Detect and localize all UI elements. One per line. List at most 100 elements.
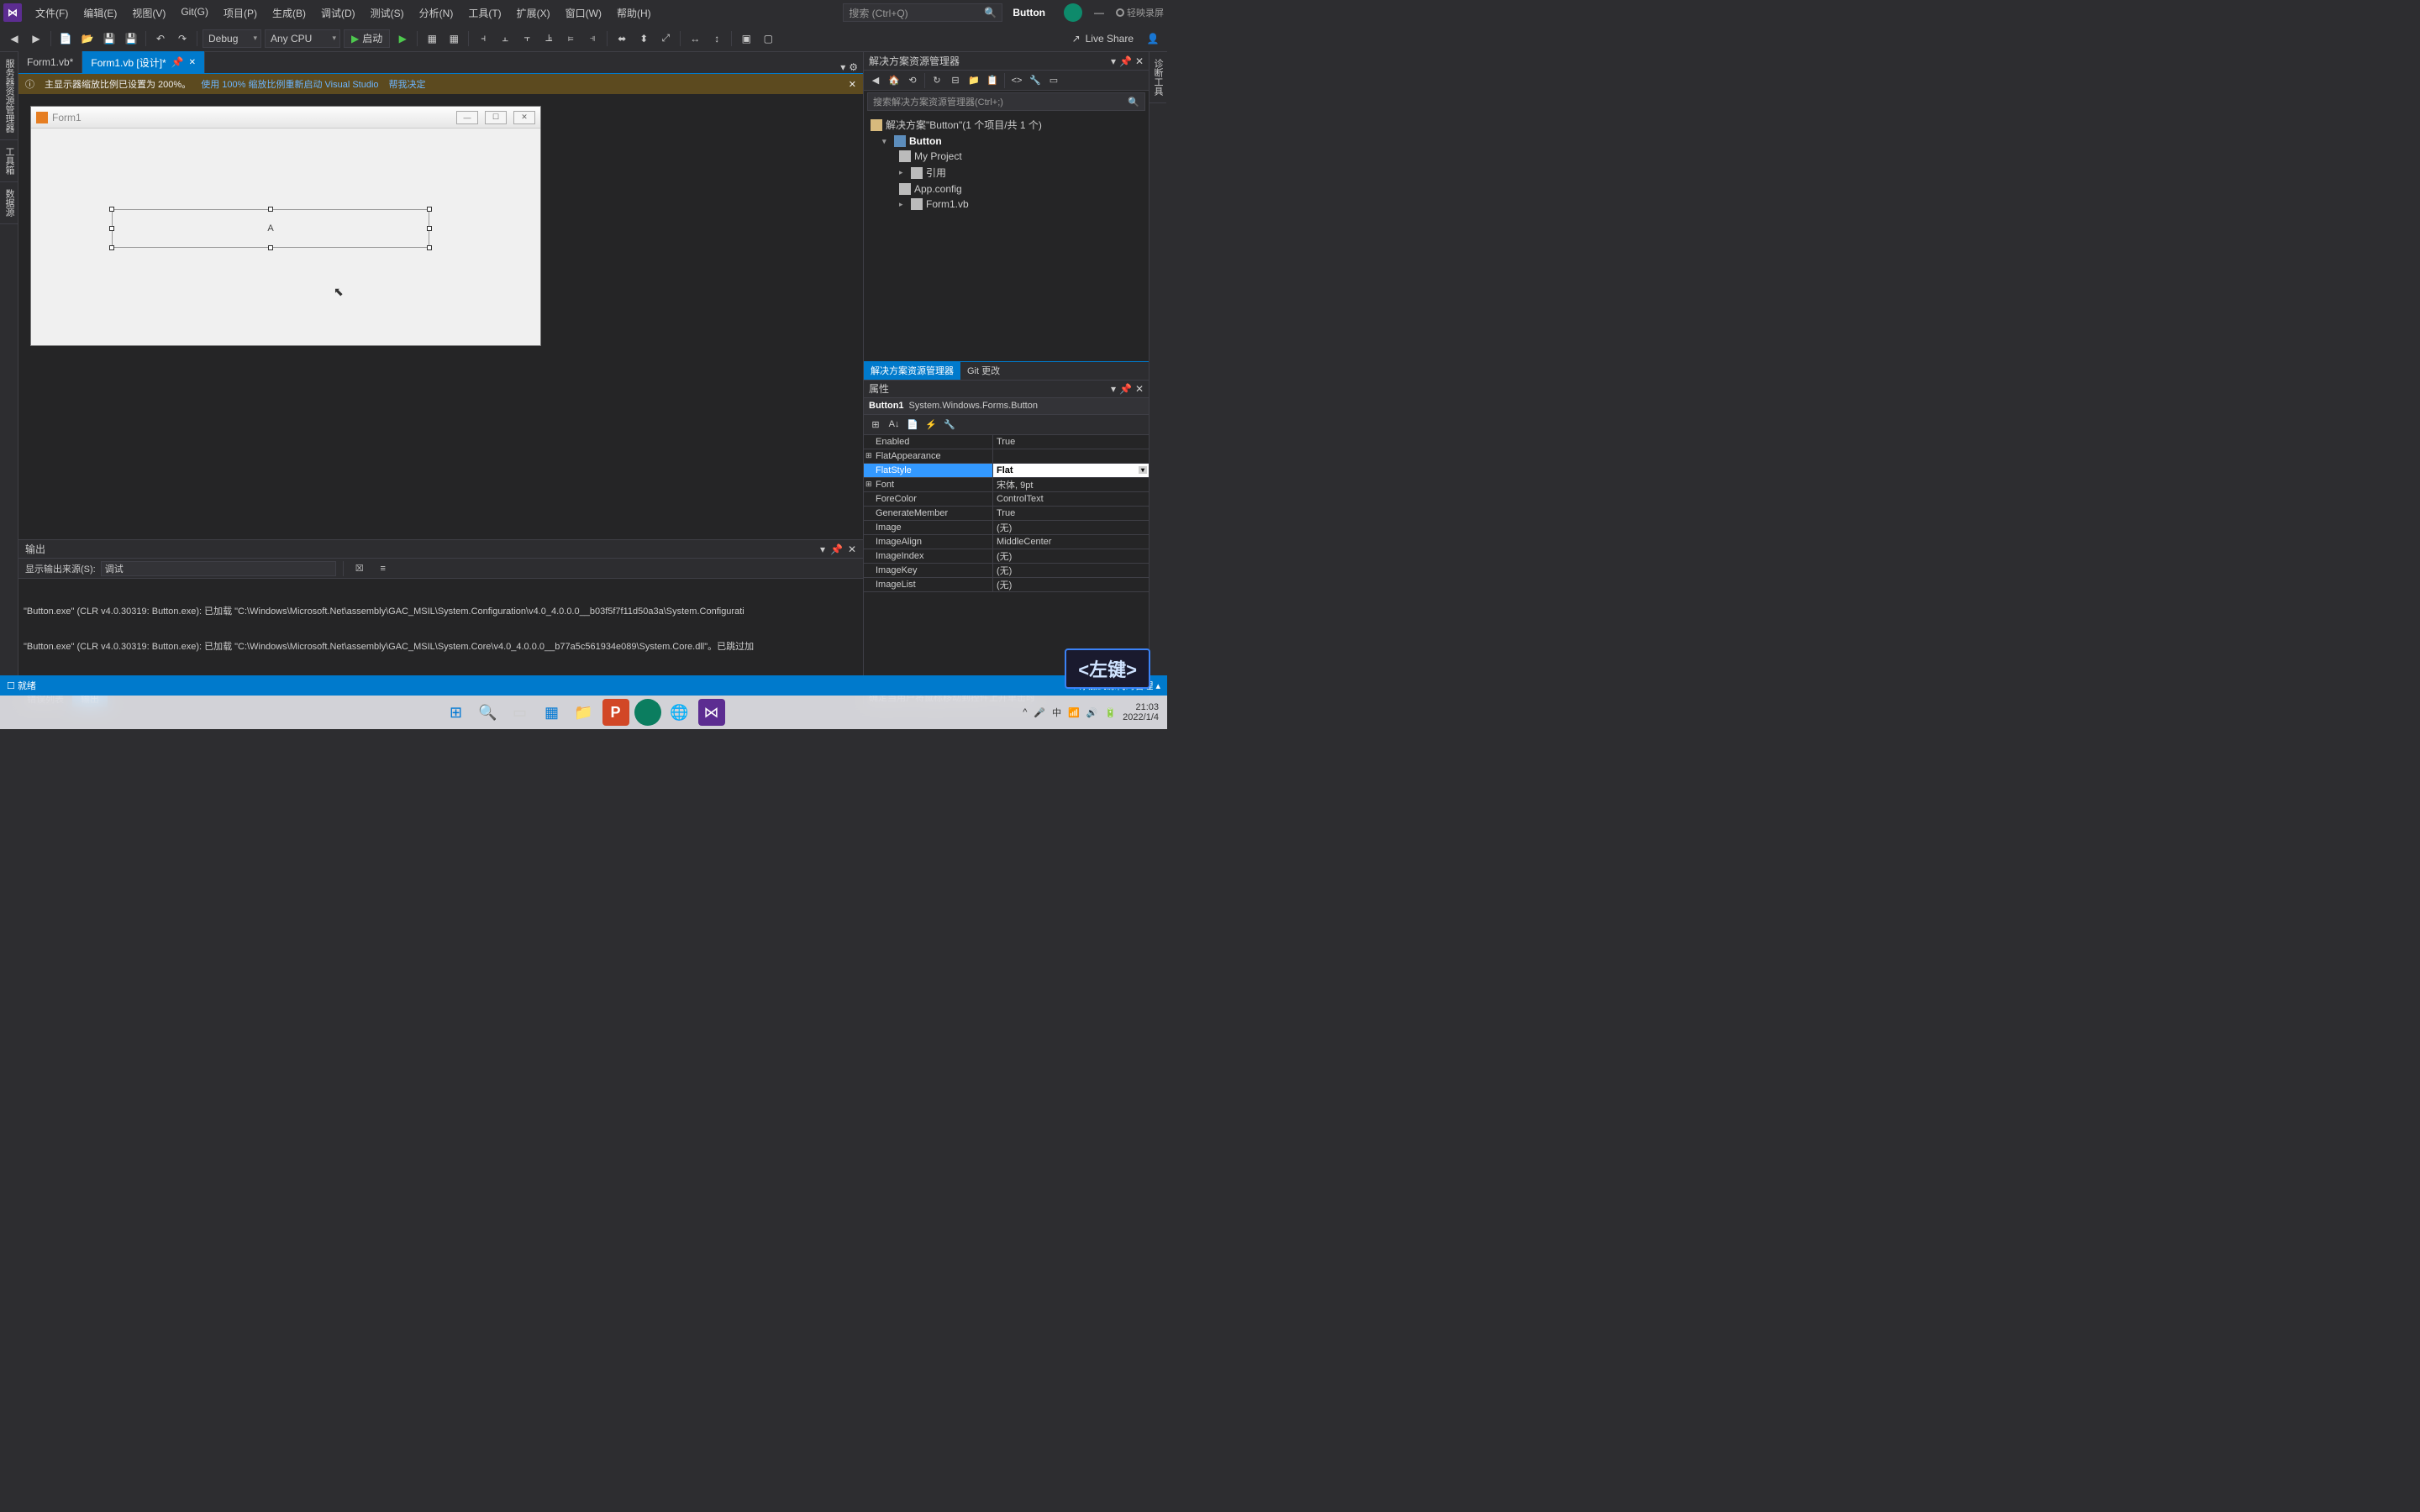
prop-row-font[interactable]: ⊞Font宋体, 9pt (864, 478, 1149, 492)
order2-icon[interactable]: ▢ (759, 29, 777, 48)
tray-mic-icon[interactable]: 🎤 (1034, 707, 1045, 718)
layout-icon[interactable]: ▦ (423, 29, 441, 48)
taskbar-search-icon[interactable]: 🔍 (475, 699, 502, 726)
panel-close-icon[interactable]: ✕ (848, 543, 856, 555)
tray-up-icon[interactable]: ^ (1023, 707, 1027, 717)
menu-extensions[interactable]: 扩展(X) (510, 3, 557, 24)
align-left-icon[interactable]: ⫞ (474, 29, 492, 48)
menu-view[interactable]: 视图(V) (125, 3, 172, 24)
platform-combo[interactable]: Any CPU (265, 29, 340, 48)
prop-az-icon[interactable]: A↓ (886, 416, 902, 433)
taskbar-explorer-icon[interactable]: 📁 (571, 699, 597, 726)
se-home-icon[interactable]: 🏠 (886, 72, 902, 89)
save-all-icon[interactable]: 💾 (122, 29, 140, 48)
tab-gear-icon[interactable]: ⚙ (849, 61, 858, 73)
properties-grid[interactable]: EnabledTrue⊞FlatAppearanceFlatStyleFlat▾… (864, 435, 1149, 677)
prop-cat-icon[interactable]: ⊞ (867, 416, 884, 433)
close-tab-icon[interactable]: ✕ (189, 58, 196, 67)
rail-datasources[interactable]: 数据源 (0, 182, 18, 224)
system-tray[interactable]: ^ 🎤 中 📶 🔊 🔋 21:032022/1/4 (1023, 702, 1159, 722)
tray-wifi-icon[interactable]: 📶 (1068, 707, 1080, 718)
se-pin-icon[interactable]: 📌 (1119, 55, 1132, 67)
se-wrench-icon[interactable]: 🔧 (1027, 72, 1044, 89)
align-middle-icon[interactable]: ⫢ (561, 29, 580, 48)
start-no-debug-icon[interactable]: ▶ (393, 29, 412, 48)
prop-pin-icon[interactable]: 📌 (1119, 383, 1132, 395)
rail-diagnostics[interactable]: 诊断工具 (1150, 52, 1166, 103)
align-right-icon[interactable]: ⫟ (518, 29, 536, 48)
size-icon[interactable]: ⬌ (613, 29, 631, 48)
menu-file[interactable]: 文件(F) (29, 3, 75, 24)
prop-row-enabled[interactable]: EnabledTrue (864, 435, 1149, 449)
se-refresh-icon[interactable]: ↻ (929, 72, 945, 89)
spacing2-icon[interactable]: ↕ (708, 29, 726, 48)
align-bottom-icon[interactable]: ⫣ (583, 29, 602, 48)
config-combo[interactable]: Debug (203, 29, 261, 48)
tree-references[interactable]: ▸引用 (864, 164, 1149, 181)
taskbar-powerpoint-icon[interactable]: P (602, 699, 629, 726)
taskbar-browser1-icon[interactable] (634, 699, 661, 726)
info-restart-link[interactable]: 使用 100% 缩放比例重新启动 Visual Studio (201, 77, 378, 91)
nav-back-icon[interactable]: ◀ (5, 29, 24, 48)
taskbar-widgets-icon[interactable]: ▦ (539, 699, 566, 726)
prop-row-imagealign[interactable]: ImageAlignMiddleCenter (864, 535, 1149, 549)
se-back-icon[interactable]: ◀ (867, 72, 884, 89)
menu-project[interactable]: 项目(P) (217, 3, 264, 24)
se-code-icon[interactable]: <> (1008, 72, 1025, 89)
se-close-icon[interactable]: ✕ (1135, 55, 1144, 67)
output-text[interactable]: "Button.exe" (CLR v4.0.30319: Button.exe… (18, 579, 863, 677)
prop-row-forecolor[interactable]: ForeColorControlText (864, 492, 1149, 507)
form-designer[interactable]: Form1 — ☐ ✕ A (18, 94, 863, 539)
prop-row-flatappearance[interactable]: ⊞FlatAppearance (864, 449, 1149, 464)
info-help-link[interactable]: 帮我决定 (389, 77, 426, 91)
se-search-box[interactable]: 搜索解决方案资源管理器(Ctrl+;) 🔍 (867, 92, 1145, 111)
output-clear-icon[interactable]: ☒ (350, 559, 369, 578)
taskbar-taskview-icon[interactable]: ▭ (507, 699, 534, 726)
layout2-icon[interactable]: ▦ (445, 29, 463, 48)
start-button[interactable]: ⊞ (443, 699, 470, 726)
size3-icon[interactable]: ⤢ (656, 29, 675, 48)
liveshare-button[interactable]: ↗Live Share (1065, 33, 1140, 45)
prop-close-icon[interactable]: ✕ (1135, 383, 1144, 395)
prop-row-generatemember[interactable]: GenerateMemberTrue (864, 507, 1149, 521)
se-sync-icon[interactable]: ⟲ (904, 72, 921, 89)
prop-dropdown-icon[interactable]: ▾ (1139, 466, 1147, 474)
output-wrap-icon[interactable]: ≡ (374, 559, 392, 578)
menu-debug[interactable]: 调试(D) (314, 3, 362, 24)
solution-tree[interactable]: 解决方案"Button"(1 个项目/共 1 个) ▾Button My Pro… (864, 113, 1149, 361)
output-source-combo[interactable]: 调试 (101, 561, 336, 576)
properties-object-combo[interactable]: Button1System.Windows.Forms.Button (864, 398, 1149, 415)
global-search[interactable]: 搜索 (Ctrl+Q) 🔍 (843, 3, 1002, 22)
prop-row-imagelist[interactable]: ImageList(无) (864, 578, 1149, 592)
se-showall-icon[interactable]: 📁 (965, 72, 982, 89)
order-icon[interactable]: ▣ (737, 29, 755, 48)
menu-tools[interactable]: 工具(T) (461, 3, 508, 24)
menu-analyze[interactable]: 分析(N) (413, 3, 460, 24)
rail-toolbox[interactable]: 工具箱 (0, 140, 18, 182)
redo-icon[interactable]: ↷ (173, 29, 192, 48)
se-dropdown-icon[interactable]: ▾ (1111, 55, 1116, 67)
se-collapse-icon[interactable]: ⊟ (947, 72, 964, 89)
feedback-icon[interactable]: 👤 (1144, 29, 1162, 48)
tree-myproject[interactable]: My Project (864, 149, 1149, 164)
nav-fwd-icon[interactable]: ▶ (27, 29, 45, 48)
start-debug-button[interactable]: ▶启动 (344, 29, 390, 48)
undo-icon[interactable]: ↶ (151, 29, 170, 48)
tree-form1[interactable]: ▸Form1.vb (864, 197, 1149, 212)
open-icon[interactable]: 📂 (78, 29, 97, 48)
rail-server-explorer[interactable]: 服务器资源管理器 (0, 52, 18, 140)
menu-help[interactable]: 帮助(H) (610, 3, 658, 24)
taskbar-vs-icon[interactable]: ⋈ (698, 699, 725, 726)
tab-form1-code[interactable]: Form1.vb* (18, 51, 82, 73)
user-avatar[interactable] (1064, 3, 1082, 22)
tray-volume-icon[interactable]: 🔊 (1086, 707, 1098, 718)
spacing-icon[interactable]: ↔ (686, 29, 704, 48)
pin-icon[interactable]: 📌 (171, 56, 184, 68)
menu-git[interactable]: Git(G) (174, 3, 215, 24)
align-center-icon[interactable]: ⫠ (496, 29, 514, 48)
prop-row-imagekey[interactable]: ImageKey(无) (864, 564, 1149, 578)
info-close-icon[interactable]: ✕ (849, 79, 856, 90)
tree-appconfig[interactable]: App.config (864, 181, 1149, 197)
button1-control[interactable]: A (112, 209, 429, 248)
prop-props-icon[interactable]: 📄 (904, 416, 921, 433)
